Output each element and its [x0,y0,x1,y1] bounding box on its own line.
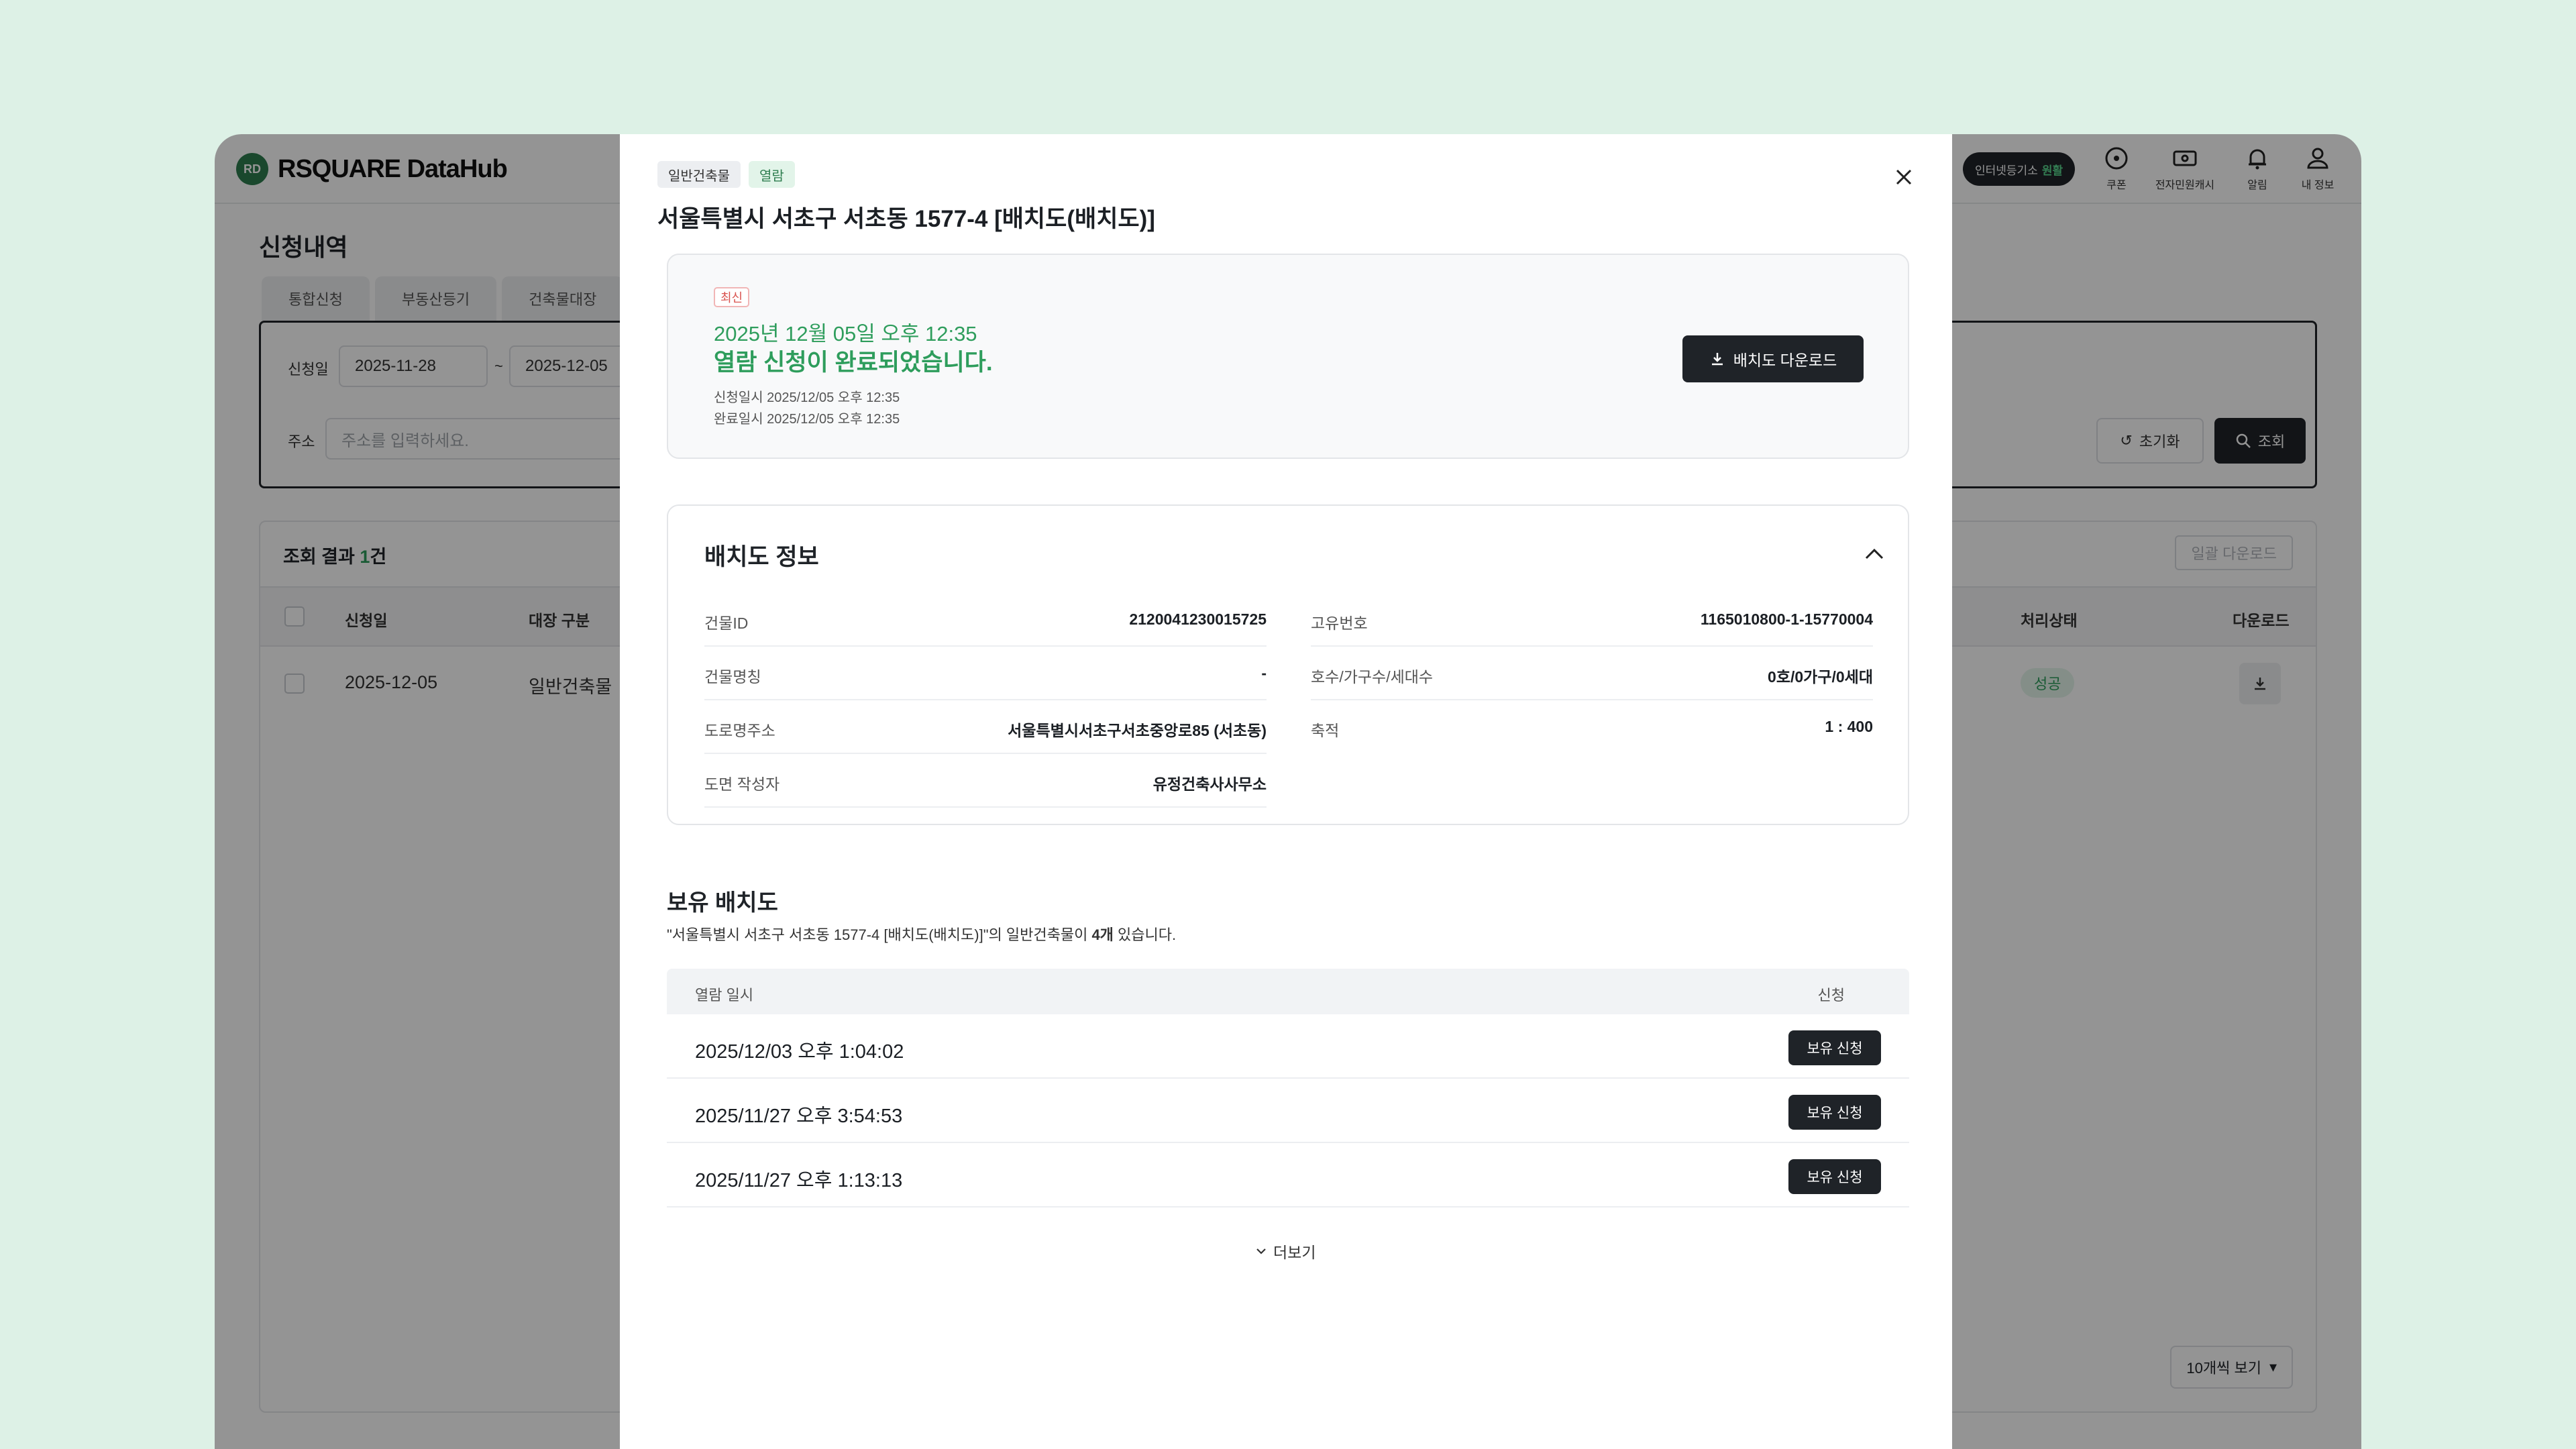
site-plan-download-label: 배치도 다운로드 [1733,352,1837,369]
close-icon [1896,169,1912,185]
info-value: 유정건축사사무소 [1152,775,1267,793]
info-row: 호수/가구수/세대수 0호/0가구/0세대 [1311,647,1873,700]
info-row: 고유번호 1165010800-1-15770004 [1311,593,1873,647]
own-apply-button[interactable]: 보유 신청 [1788,1095,1881,1130]
detail-modal: 일반건축물 열람 서울특별시 서초구 서초동 1577-4 [배치도(배치도)]… [620,134,1952,1449]
tag-building-type: 일반건축물 [657,161,741,188]
info-value: 1 : 400 [1825,718,1873,735]
view-date: 2025/11/27 오후 1:13:13 [695,1170,903,1191]
table-row: 2025/11/27 오후 1:13:13 보유 신청 [667,1143,1909,1208]
info-value: 서울특별시서초구서초중앙로85 (서초동) [1008,722,1267,739]
latest-badge: 최신 [714,287,750,307]
site-plan-info-card: 배치도 정보 건물ID 2120041230015725 건물명칭 - 도로명주… [667,504,1909,825]
info-key: 축적 [1311,722,1340,739]
table-row: 2025/11/27 오후 3:54:53 보유 신청 [667,1079,1909,1143]
info-value: 0호/0가구/0세대 [1768,668,1873,686]
view-date: 2025/12/03 오후 1:04:02 [695,1041,904,1063]
modal-title: 서울특별시 서초구 서초동 1577-4 [배치도(배치도)] [657,206,1155,232]
info-heading: 배치도 정보 [704,544,819,570]
requested-at: 신청일시 2025/12/05 오후 12:35 [714,390,900,405]
owned-count: 4개 [1091,926,1114,943]
owned-table-header: 열람 일시 신청 [667,969,1909,1014]
info-key: 호수/가구수/세대수 [1311,668,1434,686]
info-key: 건물ID [704,614,749,632]
info-key: 고유번호 [1311,614,1368,632]
collapse-toggle[interactable] [1861,541,1888,568]
owned-desc-prefix: "서울특별시 서초구 서초동 1577-4 [배치도(배치도)]"의 일반건축물… [667,926,1092,943]
info-row: 도로명주소 서울특별시서초구서초중앙로85 (서초동) [704,700,1267,754]
info-row: 도면 작성자 유정건축사사무소 [704,754,1267,808]
info-key: 건물명칭 [704,668,761,686]
info-row: 건물ID 2120041230015725 [704,593,1267,647]
modal-tags: 일반건축물 열람 [657,161,795,188]
close-button[interactable] [1885,158,1923,196]
info-row: 건물명칭 - [704,647,1267,700]
chevron-up-icon [1865,548,1884,559]
site-plan-download-button[interactable]: 배치도 다운로드 [1682,335,1864,382]
more-label: 더보기 [1273,1244,1316,1261]
owned-heading: 보유 배치도 [667,890,778,916]
chevron-down-icon [1256,1248,1266,1254]
info-key: 도면 작성자 [704,775,780,793]
col-apply: 신청 [1817,987,1845,1004]
owned-description: "서울특별시 서초구 서초동 1577-4 [배치도(배치도)]"의 일반건축물… [667,923,1176,945]
col-view-date: 열람 일시 [695,987,754,1004]
own-apply-button[interactable]: 보유 신청 [1788,1159,1881,1194]
info-value: - [1261,664,1267,682]
info-row: 축적 1 : 400 [1311,700,1873,754]
own-apply-button[interactable]: 보유 신청 [1788,1030,1881,1065]
status-card: 최신 2025년 12월 05일 오후 12:35 열람 신청이 완료되었습니다… [667,254,1909,459]
owned-desc-suffix: 있습니다. [1113,926,1177,943]
status-message: 열람 신청이 완료되었습니다. [714,350,993,376]
info-key: 도로명주소 [704,722,775,739]
owned-table: 열람 일시 신청 2025/12/03 오후 1:04:02 보유 신청 202… [667,969,1909,1208]
info-value: 1165010800-1-15770004 [1700,610,1873,628]
tag-view: 열람 [749,161,795,188]
download-icon [1711,353,1723,366]
table-row: 2025/12/03 오후 1:04:02 보유 신청 [667,1014,1909,1079]
status-date: 2025년 12월 05일 오후 12:35 [714,322,977,345]
more-button[interactable]: 더보기 [1254,1240,1316,1263]
view-date: 2025/11/27 오후 3:54:53 [695,1106,903,1127]
completed-at: 완료일시 2025/12/05 오후 12:35 [714,412,900,427]
info-value: 2120041230015725 [1129,610,1267,628]
